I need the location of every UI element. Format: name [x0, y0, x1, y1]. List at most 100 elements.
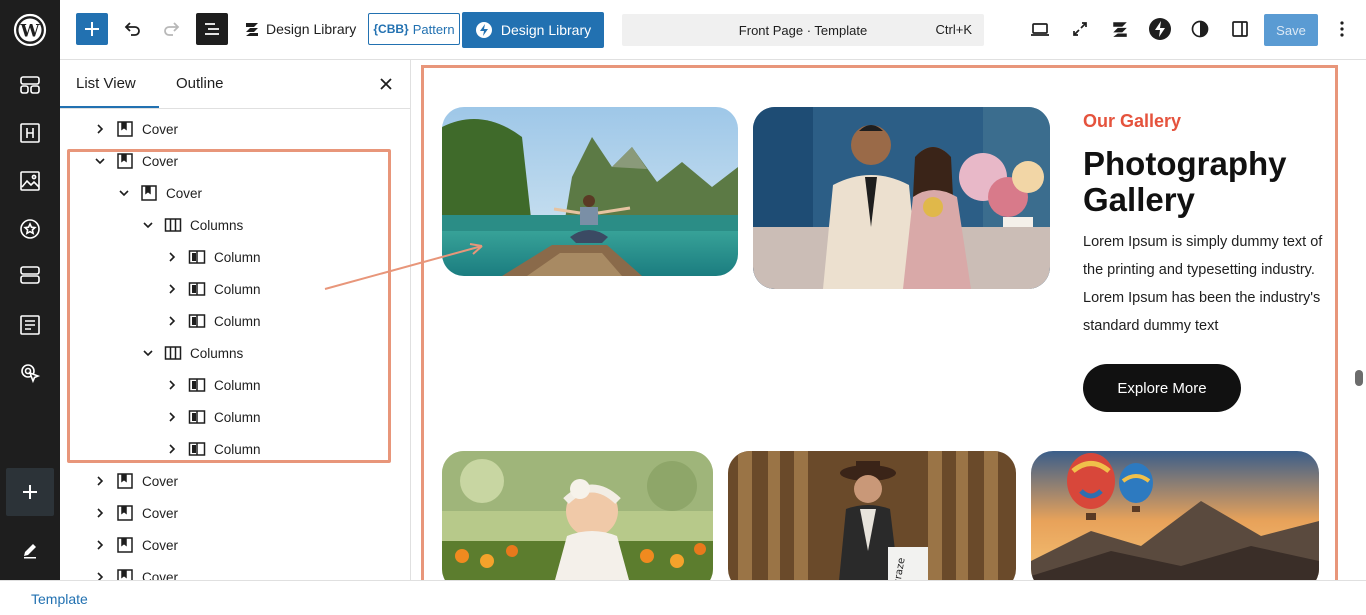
tree-row-cover[interactable]: Cover — [92, 561, 178, 580]
tree-row-label: Cover — [142, 505, 179, 521]
tree-row-column[interactable]: Column — [164, 369, 261, 401]
column-icon — [188, 376, 206, 394]
top-toolbar: Design Library {CBB} Pattern Design Libr… — [60, 0, 1366, 60]
tree-row-label: Column — [214, 377, 261, 393]
tree-row-columns[interactable]: Columns — [140, 337, 243, 369]
shortcut-hint: Ctrl+K — [935, 22, 972, 37]
design-library-button-label: Design Library — [500, 22, 592, 38]
tree-row-label: Cover — [142, 473, 179, 489]
chevron-down-icon[interactable] — [92, 153, 108, 169]
tree-row-label: Column — [214, 281, 261, 297]
pattern-button[interactable]: {CBB} Pattern — [368, 13, 460, 45]
columns-icon — [164, 344, 182, 362]
add-block-icon[interactable] — [6, 468, 54, 516]
columns-icon — [164, 216, 182, 234]
chevron-right-icon[interactable] — [92, 569, 108, 580]
tree-row-label: Column — [214, 249, 261, 265]
tree-row-label: Column — [214, 441, 261, 457]
editor-app: W Design Library {CBB} Pattern Design Li… — [0, 0, 1366, 615]
chevron-right-icon[interactable] — [92, 121, 108, 137]
svg-text:W: W — [19, 22, 40, 42]
cbb-prefix: {CBB} — [373, 22, 409, 36]
desktop-preview-icon[interactable] — [1024, 13, 1056, 45]
add-block-button[interactable] — [76, 13, 108, 45]
undo-icon[interactable] — [116, 13, 148, 45]
cover-icon — [116, 504, 134, 522]
form-icon[interactable] — [14, 309, 46, 341]
column-icon — [188, 408, 206, 426]
heading-icon[interactable] — [14, 117, 46, 149]
image-icon[interactable] — [14, 165, 46, 197]
bolt-icon[interactable] — [1144, 13, 1176, 45]
tab-outline[interactable]: Outline — [176, 75, 224, 92]
chevron-right-icon[interactable] — [164, 281, 180, 297]
design-library-button[interactable]: Design Library — [462, 12, 604, 48]
document-title: Front Page · Template — [738, 23, 868, 38]
pencil-icon[interactable] — [14, 534, 46, 566]
chevron-right-icon[interactable] — [92, 473, 108, 489]
pattern-label: Pattern — [412, 21, 455, 37]
command-palette[interactable]: Front Page · Template Ctrl+K — [622, 14, 984, 46]
close-icon[interactable] — [376, 74, 396, 94]
rows-icon[interactable] — [14, 259, 46, 291]
stackable-circle-icon — [475, 22, 492, 38]
column-icon — [188, 440, 206, 458]
fullscreen-icon[interactable] — [1064, 13, 1096, 45]
chevron-right-icon[interactable] — [164, 249, 180, 265]
chevron-right-icon[interactable] — [164, 441, 180, 457]
tree-row-cover[interactable]: Cover — [92, 497, 178, 529]
contrast-icon[interactable] — [1184, 13, 1216, 45]
column-icon — [188, 280, 206, 298]
chevron-right-icon[interactable] — [92, 537, 108, 553]
breadcrumb-template[interactable]: Template — [31, 591, 88, 607]
stackable-settings-icon[interactable] — [1104, 13, 1136, 45]
canvas-scrollbar[interactable] — [1353, 60, 1366, 580]
tree-row-column[interactable]: Column — [164, 241, 261, 273]
tree-row-column[interactable]: Column — [164, 401, 261, 433]
cover-icon — [116, 472, 134, 490]
cover-icon — [116, 536, 134, 554]
star-badge-icon[interactable] — [14, 213, 46, 245]
chevron-right-icon[interactable] — [164, 313, 180, 329]
pointer-click-icon[interactable] — [14, 357, 46, 389]
tree-row-columns[interactable]: Columns — [140, 209, 243, 241]
save-button[interactable]: Save — [1264, 14, 1318, 46]
tree-row-cover[interactable]: Cover — [116, 177, 202, 209]
cover-icon — [140, 184, 158, 202]
sidebar-toggle-icon[interactable] — [1224, 13, 1256, 45]
chevron-right-icon[interactable] — [164, 409, 180, 425]
tree-row-cover[interactable]: Cover — [92, 465, 178, 497]
tree-row-label: Cover — [142, 153, 179, 169]
design-library-link[interactable]: Design Library — [244, 13, 356, 45]
tree-row-cover[interactable]: Cover — [92, 113, 178, 145]
wordpress-logo-icon[interactable]: W — [12, 12, 48, 48]
left-rail: W — [0, 0, 60, 580]
tree-row-label: Cover — [142, 537, 179, 553]
tree-row-column[interactable]: Column — [164, 433, 261, 465]
tab-list-view[interactable]: List View — [76, 75, 136, 92]
chevron-down-icon[interactable] — [140, 217, 156, 233]
stackable-icon — [246, 23, 258, 36]
selected-block-outline — [421, 65, 1338, 580]
layout-icon[interactable] — [14, 69, 46, 101]
tree-row-label: Columns — [190, 345, 244, 361]
list-view-panel: List View Outline Cover Cover Cover Columns… — [60, 60, 411, 580]
redo-icon[interactable] — [156, 13, 188, 45]
more-options-icon[interactable] — [1326, 13, 1358, 45]
scrollbar-thumb[interactable] — [1355, 370, 1363, 386]
tree-row-column[interactable]: Column — [164, 305, 261, 337]
chevron-right-icon[interactable] — [164, 377, 180, 393]
cover-icon — [116, 152, 134, 170]
tree-row-column[interactable]: Column — [164, 273, 261, 305]
tree-row-cover[interactable]: Cover — [92, 529, 178, 561]
tree-row-label: Column — [214, 313, 261, 329]
tree-row-cover[interactable]: Cover — [92, 145, 178, 177]
tree-row-label: Cover — [142, 569, 179, 581]
tree-row-label: Columns — [190, 217, 244, 233]
list-view-button[interactable] — [196, 13, 228, 45]
chevron-down-icon[interactable] — [140, 345, 156, 361]
column-icon — [188, 312, 206, 330]
cover-icon — [116, 568, 134, 580]
chevron-right-icon[interactable] — [92, 505, 108, 521]
chevron-down-icon[interactable] — [116, 185, 132, 201]
